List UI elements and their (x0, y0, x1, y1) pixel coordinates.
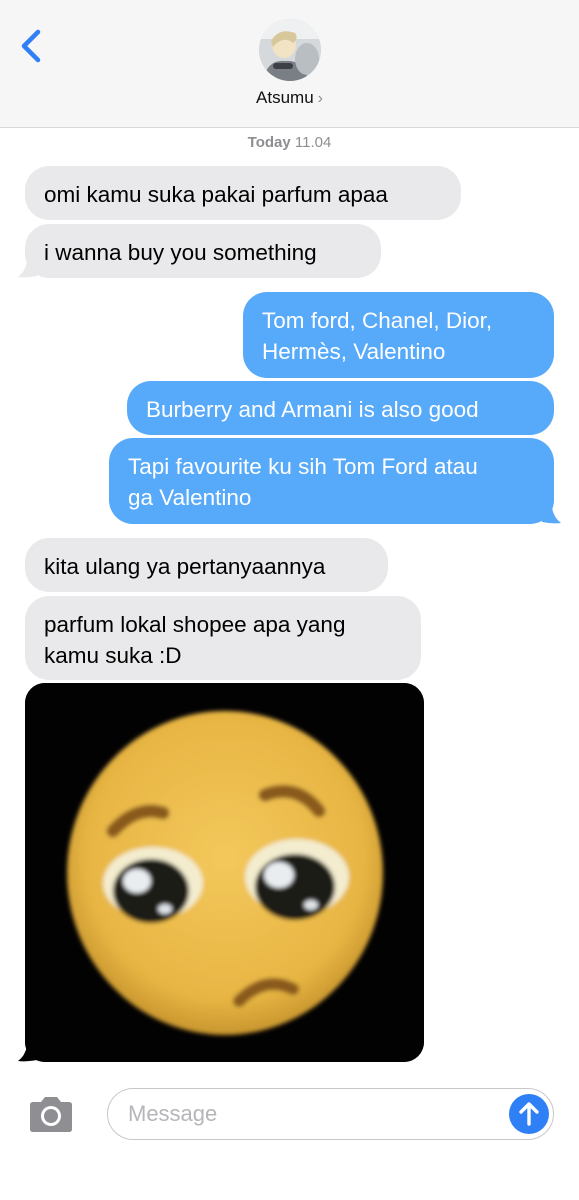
send-button[interactable] (509, 1094, 549, 1134)
message-text: i wanna buy you something (44, 240, 317, 265)
message-text-line: kamu suka :D (44, 643, 182, 668)
bubble-tail (18, 258, 37, 278)
message-bubble-outgoing[interactable]: Burberry and Armani is also good (127, 381, 554, 435)
contact-name: Atsumu (256, 88, 314, 107)
timestamp-time: 11.04 (294, 134, 332, 151)
timestamp-day: Today (247, 134, 291, 151)
message-text-line: ga Valentino (128, 485, 252, 510)
message-text: Burberry and Armani is also good (146, 397, 479, 422)
pleading-face-emoji (25, 683, 424, 1062)
chevron-left-icon[interactable] (14, 24, 50, 68)
message-field[interactable] (107, 1088, 554, 1140)
message-text-line: Tom ford, Chanel, Dior, (262, 308, 493, 333)
avatar-photo (259, 19, 321, 81)
message-bubble-incoming[interactable]: i wanna buy you something (25, 224, 381, 278)
message-bubble-outgoing[interactable]: Tapi favourite ku sih Tom Ford atau ga V… (109, 438, 554, 524)
message-text: kita ulang ya pertanyaannya (44, 554, 326, 579)
message-bubble-incoming[interactable]: parfum lokal shopee apa yang kamu suka :… (25, 596, 421, 680)
message-bubble-incoming[interactable]: omi kamu suka pakai parfum apaa (25, 166, 461, 220)
message-text-line: parfum lokal shopee apa yang (44, 612, 346, 637)
avatar[interactable] (259, 19, 321, 81)
message-input[interactable] (128, 1097, 498, 1131)
arrow-up-icon (519, 1102, 539, 1126)
message-bubble-outgoing[interactable]: Tom ford, Chanel, Dior, Hermès, Valentin… (243, 292, 554, 378)
image-message[interactable] (25, 683, 424, 1062)
conversation-header: Atsumu › (0, 0, 579, 128)
camera-icon[interactable] (26, 1095, 76, 1135)
message-text-line: Tapi favourite ku sih Tom Ford atau (128, 454, 478, 479)
thread-timestamp: Today 11.04 (0, 134, 579, 151)
bubble-tail (542, 504, 561, 524)
bubble-tail (18, 1042, 37, 1062)
contact-name-button[interactable]: Atsumu › (0, 88, 579, 108)
message-text: omi kamu suka pakai parfum apaa (44, 182, 388, 207)
chevron-right-icon: › (317, 90, 323, 107)
message-text-line: Hermès, Valentino (262, 339, 446, 364)
message-bubble-incoming[interactable]: kita ulang ya pertanyaannya (25, 538, 388, 592)
